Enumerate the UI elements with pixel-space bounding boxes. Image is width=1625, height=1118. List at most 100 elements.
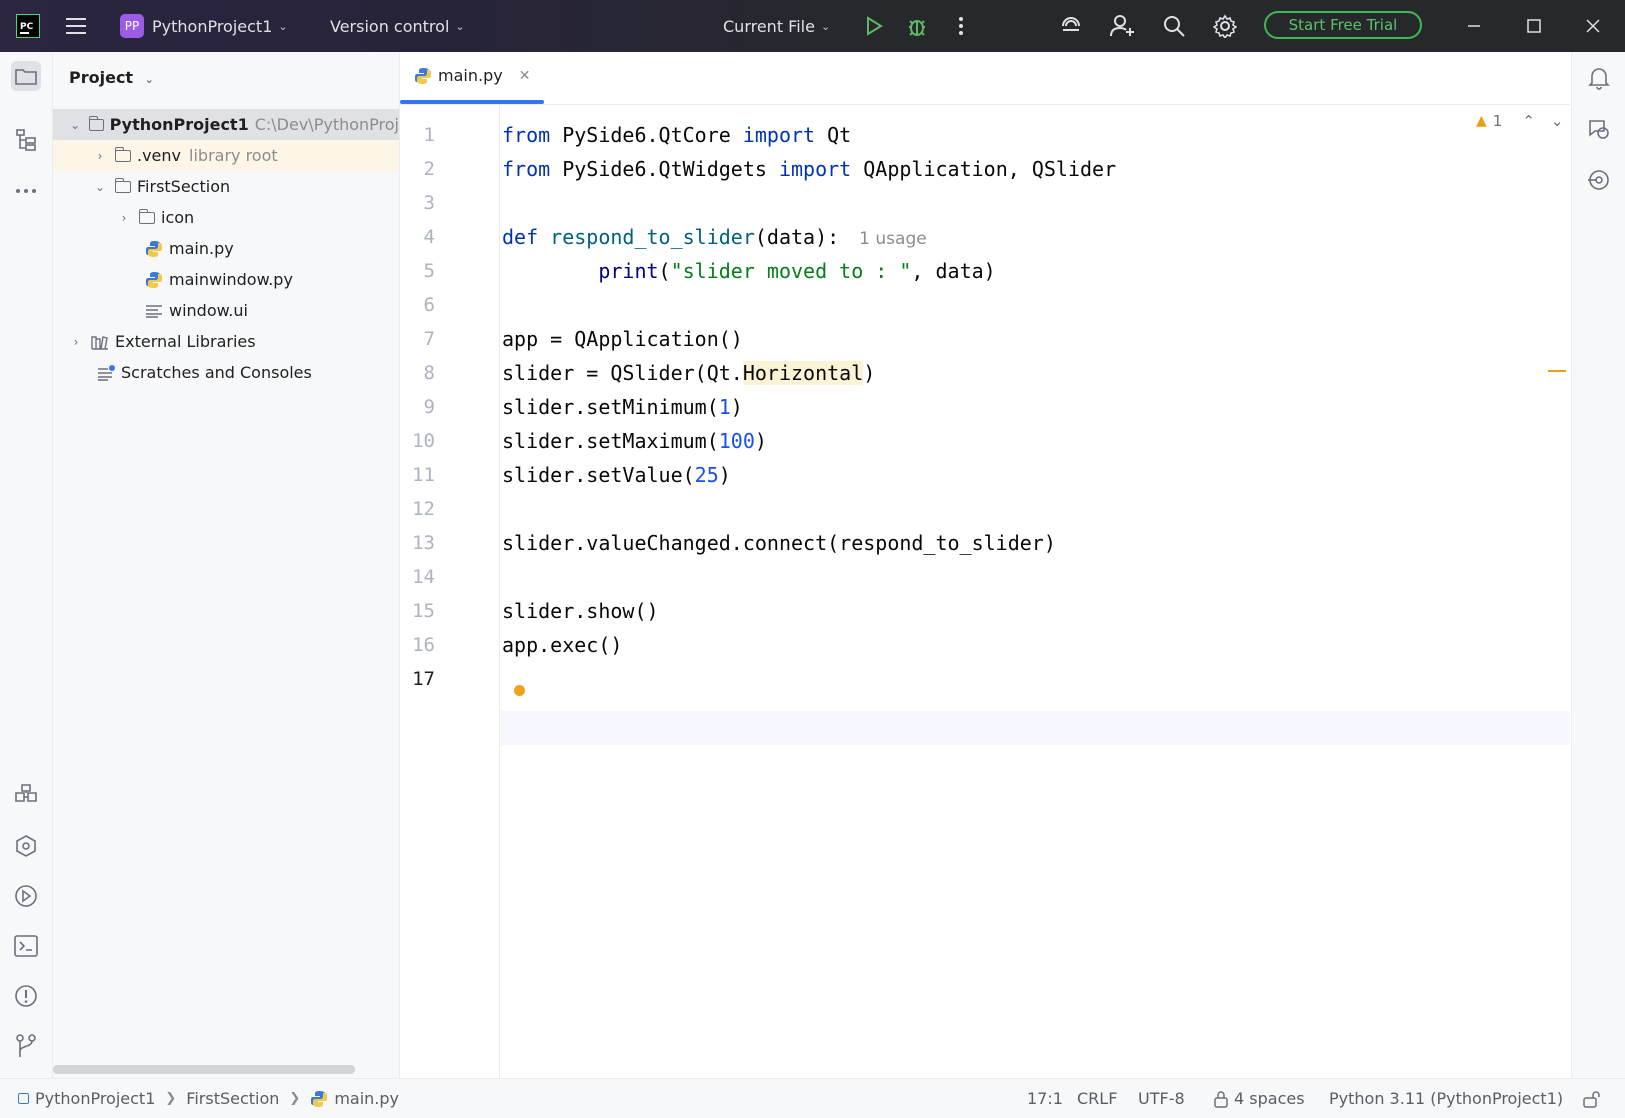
endpoints-button[interactable] <box>1584 165 1614 195</box>
project-tool-button[interactable] <box>11 61 41 91</box>
folder-icon <box>138 208 155 224</box>
line-number: 17 <box>412 668 435 690</box>
python-file-icon <box>311 1090 328 1107</box>
warning-icon: ▲ <box>1476 113 1487 129</box>
chevron-down-icon[interactable]: ⌄ <box>93 180 107 194</box>
close-window-button[interactable] <box>1577 0 1609 52</box>
close-icon <box>1586 19 1600 33</box>
tree-item-external-libraries[interactable]: › External Libraries <box>53 326 399 357</box>
version-control-menu[interactable]: Version control ⌄ <box>330 0 465 52</box>
code-with-me-button[interactable] <box>1107 0 1139 52</box>
code-line[interactable]: slider.valueChanged.connect(respond_to_s… <box>502 526 1056 560</box>
git-tool-button[interactable] <box>11 1031 41 1061</box>
indent-widget[interactable]: 4 spaces <box>1213 1079 1305 1118</box>
code-line[interactable]: slider.setMinimum(1) <box>502 390 743 424</box>
intention-bulb-icon[interactable] <box>514 685 525 696</box>
notifications-icon <box>1588 68 1610 90</box>
chevron-right-icon[interactable]: › <box>117 211 131 225</box>
structure-tool-button[interactable] <box>11 125 41 155</box>
run-config-label: Current File <box>723 16 815 36</box>
tree-item-window-ui[interactable]: window.ui <box>53 295 399 326</box>
code-line[interactable]: from PySide6.QtCore import Qt <box>502 118 851 152</box>
more-tool-windows-button[interactable] <box>11 176 41 206</box>
maximize-icon <box>1527 19 1541 33</box>
tree-item-icon[interactable]: › icon <box>53 202 399 233</box>
main-menu-button[interactable] <box>60 0 92 52</box>
caret-position[interactable]: 17:1 <box>1027 1079 1063 1118</box>
breadcrumb-item-file[interactable]: main.py <box>334 1089 399 1108</box>
chevron-right-icon[interactable]: › <box>69 335 83 349</box>
close-tab-icon[interactable]: ✕ <box>519 68 531 84</box>
breadcrumb-item-project[interactable]: PythonProject1 <box>35 1089 155 1108</box>
search-everywhere-button[interactable] <box>1158 0 1190 52</box>
services-tool-button[interactable] <box>11 881 41 911</box>
more-actions-button[interactable] <box>945 0 977 52</box>
code-line[interactable]: slider.show() <box>502 594 659 628</box>
breadcrumb: PythonProject1 ❯ FirstSection ❯ main.py <box>18 1079 399 1118</box>
tree-item-label: window.ui <box>169 301 248 320</box>
indent-label: 4 spaces <box>1234 1089 1305 1108</box>
code-line[interactable]: print("slider moved to : ", data) <box>502 254 995 288</box>
notifications-button[interactable] <box>1584 63 1614 93</box>
tree-item-main-py[interactable]: main.py <box>53 233 399 264</box>
project-tool-window: Project ⌄ ⌄ PythonProject1 C:\Dev\Python… <box>53 52 400 1078</box>
code-line[interactable]: slider = QSlider(Qt.Horizontal) <box>502 356 875 390</box>
encoding-widget[interactable]: UTF-8 <box>1138 1079 1185 1118</box>
project-switcher[interactable]: PP PythonProject1 ⌄ <box>120 0 288 52</box>
tree-item-firstsection[interactable]: ⌄ FirstSection <box>53 171 399 202</box>
previous-highlight-icon[interactable]: ⌃ <box>1522 112 1535 130</box>
minimize-button[interactable] <box>1458 0 1490 52</box>
read-only-toggle[interactable] <box>1583 1079 1601 1118</box>
tree-item-venv[interactable]: › .venv library root <box>53 140 399 171</box>
code-line[interactable]: def respond_to_slider(data): 1 usage <box>502 220 927 254</box>
start-free-trial-button[interactable]: Start Free Trial <box>1264 11 1422 39</box>
git-icon <box>16 1034 36 1057</box>
horizontal-scrollbar[interactable] <box>53 1065 355 1074</box>
code-line[interactable]: app.exec() <box>502 628 622 662</box>
code-line[interactable]: app = QApplication() <box>502 322 743 356</box>
next-highlight-icon[interactable]: ⌄ <box>1551 112 1564 130</box>
tab-label: main.py <box>438 66 503 85</box>
code-line[interactable]: slider.setMaximum(100) <box>502 424 767 458</box>
folder-icon <box>88 115 104 131</box>
line-number: 1 <box>423 124 435 146</box>
tree-item-label: icon <box>161 208 195 227</box>
python-interpreter-widget[interactable]: Python 3.11 (PythonProject1) <box>1329 1079 1563 1118</box>
breadcrumb-item-folder[interactable]: FirstSection <box>186 1089 279 1108</box>
ai-assistant-button[interactable] <box>1056 0 1088 52</box>
ai-chat-button[interactable] <box>1584 114 1614 144</box>
run-button[interactable] <box>858 0 890 52</box>
usages-inlay-hint[interactable]: 1 usage <box>859 229 927 249</box>
terminal-tool-button[interactable] <box>11 931 41 961</box>
problems-icon <box>15 985 37 1007</box>
tree-item-scratches[interactable]: Scratches and Consoles <box>53 357 399 388</box>
project-view-selector[interactable]: Project ⌄ <box>69 68 154 87</box>
settings-button[interactable] <box>1209 0 1241 52</box>
line-separator-widget[interactable]: CRLF <box>1077 1079 1117 1118</box>
python-console-tool-button[interactable] <box>11 831 41 861</box>
code-line[interactable]: slider.setValue(25) <box>502 458 731 492</box>
tree-item-pythonproject1[interactable]: ⌄ PythonProject1 C:\Dev\PythonProj <box>53 109 399 140</box>
chevron-down-icon[interactable]: ⌄ <box>69 118 81 132</box>
current-line-highlight <box>500 711 1570 745</box>
services-icon <box>15 885 37 907</box>
run-configuration-selector[interactable]: Current File ⌄ <box>723 0 830 52</box>
line-number: 9 <box>423 396 435 418</box>
chevron-right-icon: ❯ <box>165 1091 177 1106</box>
code-line[interactable]: from PySide6.QtWidgets import QApplicati… <box>502 152 1116 186</box>
chevron-right-icon[interactable]: › <box>93 149 107 163</box>
active-tab-indicator <box>400 100 544 104</box>
warning-stripe-marker[interactable] <box>1548 370 1566 372</box>
left-tool-window-bar <box>0 52 53 1078</box>
python-packages-tool-button[interactable] <box>11 780 41 810</box>
tab-main-py[interactable]: main.py ✕ <box>414 66 530 85</box>
text-file-icon <box>146 304 162 318</box>
chevron-down-icon: ⌄ <box>455 19 465 33</box>
inspection-widget[interactable]: ▲ 1 ⌃ ⌄ <box>1476 112 1563 130</box>
maximize-button[interactable] <box>1518 0 1550 52</box>
tree-item-mainwindow-py[interactable]: mainwindow.py <box>53 264 399 295</box>
unlock-icon <box>1583 1090 1600 1108</box>
gutter[interactable]: 1 2 3 4 5 6 7 8 9 10 11 12 13 14 15 16 17 <box>400 105 500 1078</box>
problems-tool-button[interactable] <box>11 981 41 1011</box>
debug-button[interactable] <box>901 0 933 52</box>
